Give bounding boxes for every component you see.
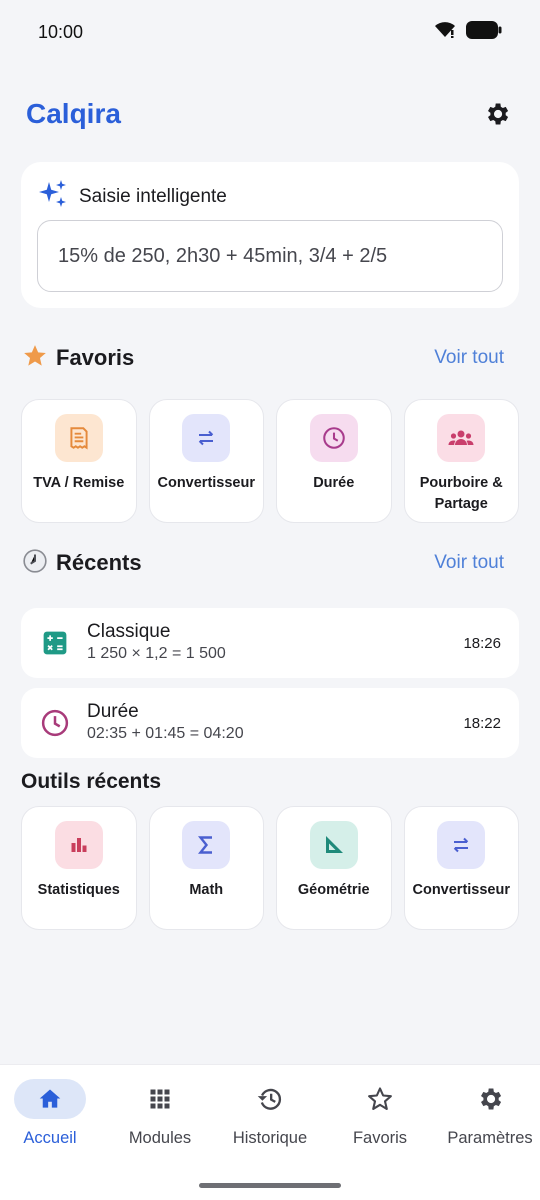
nav-item-settings[interactable]: Paramètres [435,1079,540,1148]
tool-tile-geometry[interactable]: Géométrie [276,806,392,930]
recent-tools-title: Outils récents [21,770,162,793]
status-bar: 10:00 [0,0,540,64]
tool-tile-label: Math [189,882,224,898]
favorite-tile-tip-split[interactable]: Pourboire & Partage [403,399,519,523]
sparkles-icon [37,178,69,215]
home-indicator[interactable] [199,1183,341,1188]
favorites-grid: TVA / Remise Convertisseur Durée Pourboi… [21,399,519,523]
bottom-navigation: Accueil Modules Historique Favoris Param… [0,1064,540,1200]
recent-item-text: Durée 02:35 + 01:45 = 04:20 [87,701,463,745]
recents-title: Récents [56,550,142,575]
recent-item-classic[interactable]: Classique 1 250 × 1,2 = 1 500 18:26 [21,608,519,678]
recent-item-title: Classique [87,621,171,642]
tool-tile-math[interactable]: Math [148,806,264,930]
nav-label: Paramètres [447,1129,533,1147]
gear-icon [454,1079,526,1119]
smart-input-header: Saisie intelligente [37,178,227,215]
star-icon [22,343,48,374]
favorite-tile-converter[interactable]: Convertisseur [148,399,264,523]
recent-item-title: Durée [87,701,139,722]
tool-tile-statistics[interactable]: Statistiques [21,806,137,930]
favorite-tile-label: TVA / Remise [33,475,125,491]
smart-input-card: Saisie intelligente [21,162,519,308]
recent-item-time: 18:26 [463,634,501,652]
history-icon [234,1079,306,1119]
nav-item-home[interactable]: Accueil [0,1079,105,1148]
nav-label: Historique [232,1129,308,1147]
set-square-icon [309,821,358,869]
favorite-tile-label: Convertisseur [157,475,255,491]
smart-input-title: Saisie intelligente [79,185,227,207]
group-icon [437,414,486,462]
calculator-icon [39,627,71,659]
settings-gear-icon[interactable] [480,97,514,131]
wifi-icon [434,21,456,43]
receipt-icon [54,414,103,462]
mantel-clock-icon [22,548,48,579]
recents-header: Récents Voir tout [22,545,504,581]
nav-label: Modules [128,1129,192,1147]
favorite-tile-label: Durée [313,475,355,491]
home-icon [14,1079,86,1119]
nav-item-modules[interactable]: Modules [105,1079,215,1148]
nav-label: Favoris [352,1129,408,1147]
recent-item-duration[interactable]: Durée 02:35 + 01:45 = 04:20 18:22 [21,688,519,758]
favorites-header: Favoris Voir tout [22,340,504,376]
tool-tile-label: Statistiques [37,882,120,898]
status-time: 10:00 [38,21,84,42]
favorites-title: Favoris [56,345,135,370]
tool-tile-converter[interactable]: Convertisseur [403,806,519,930]
grid-icon [124,1079,196,1119]
sigma-icon [182,821,231,869]
clock-icon [309,414,358,462]
battery-icon [466,20,502,44]
recent-item-expression: 02:35 + 01:45 = 04:20 [87,725,244,742]
recent-tools-grid: Statistiques Math Géométrie Convertisseu… [21,806,519,930]
swap-icon [437,821,486,869]
star-outline-icon [344,1079,416,1119]
app-header: Calqira [26,94,514,134]
recent-item-expression: 1 250 × 1,2 = 1 500 [87,645,226,662]
nav-item-history[interactable]: Historique [215,1079,325,1148]
recent-item-text: Classique 1 250 × 1,2 = 1 500 [87,621,463,665]
favorite-tile-label: Pourboire & Partage [419,475,503,512]
tool-tile-label: Géométrie [297,882,370,898]
favorite-tile-duration[interactable]: Durée [276,399,392,523]
nav-label: Accueil [23,1129,77,1147]
favorite-tile-tva[interactable]: TVA / Remise [21,399,137,523]
clock-icon [39,707,71,739]
recent-item-time: 18:22 [463,714,501,732]
status-icons [434,20,502,44]
swap-icon [182,414,231,462]
nav-item-favorites[interactable]: Favoris [325,1079,435,1148]
smart-input-field[interactable] [37,220,503,292]
app-title: Calqira [26,98,121,129]
favorites-see-all-link[interactable]: Voir tout [434,347,504,369]
bar-chart-icon [54,821,103,869]
recents-see-all-link[interactable]: Voir tout [434,552,504,574]
tool-tile-label: Convertisseur [412,882,510,898]
